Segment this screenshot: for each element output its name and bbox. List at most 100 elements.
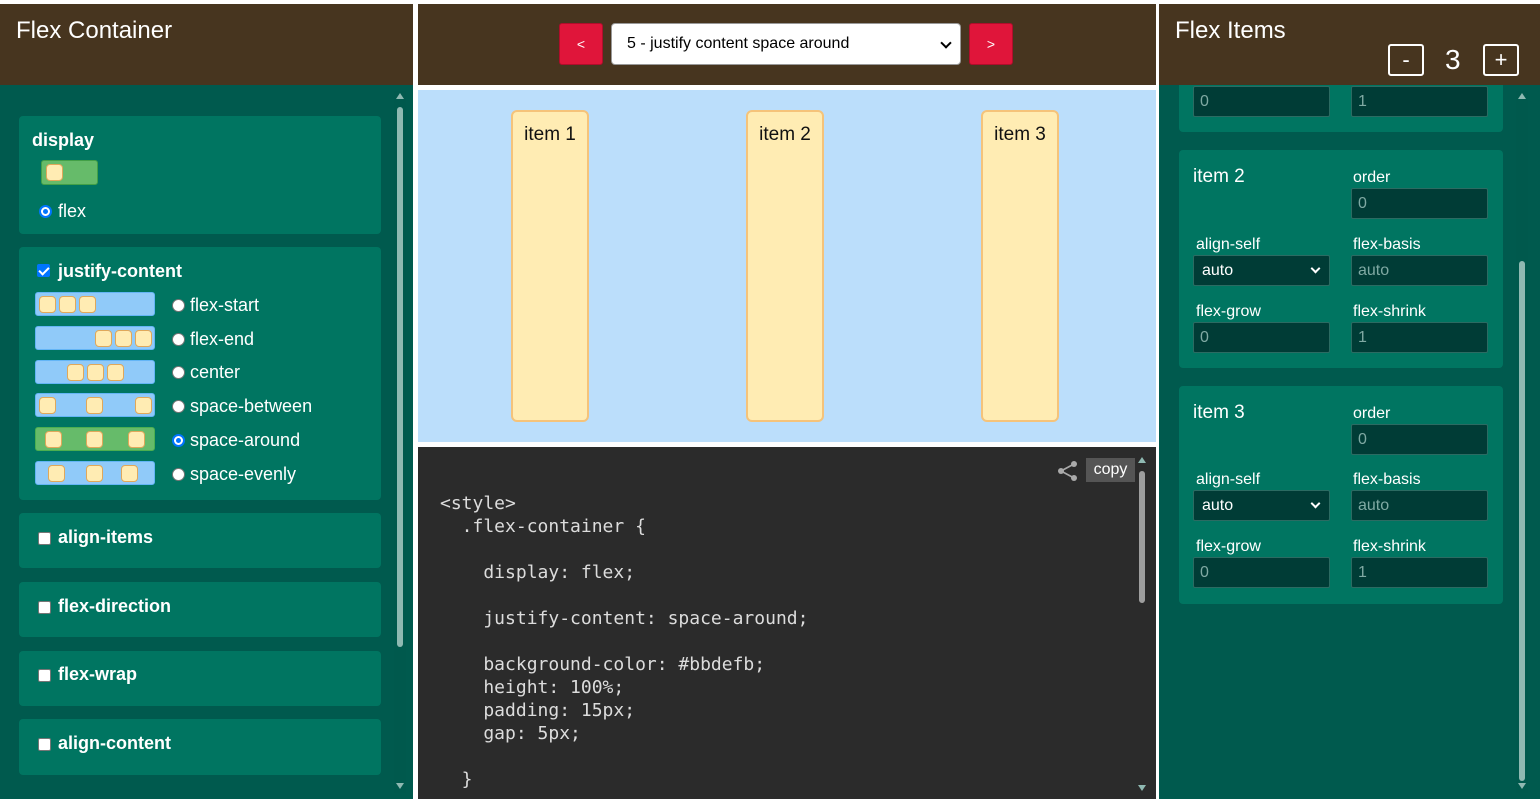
item-3-align-self-select[interactable]: auto: [1193, 490, 1330, 521]
preview-space-around[interactable]: [35, 427, 155, 451]
radio-space-around[interactable]: [172, 434, 185, 447]
item-1-flex-shrink-input[interactable]: 1: [1351, 86, 1488, 117]
justify-content-checkbox[interactable]: [37, 264, 50, 277]
code-panel: <style> .flex-container { display: flex;…: [418, 447, 1156, 799]
code-line: height: 100%;: [440, 677, 625, 698]
lesson-header: < 5 - justify content space around >: [418, 4, 1156, 85]
align-items-checkbox[interactable]: [38, 532, 51, 545]
scroll-up-arrow-icon[interactable]: [1138, 457, 1146, 463]
prev-lesson-button[interactable]: <: [559, 23, 603, 65]
align-items-label: align-items: [58, 527, 154, 547]
item-2-order-input[interactable]: 0: [1351, 188, 1488, 219]
preview-box: [79, 296, 96, 313]
code-line: justify-content: space-around;: [440, 608, 809, 629]
scroll-up-arrow-icon[interactable]: [396, 93, 404, 99]
code-line: }: [440, 769, 473, 790]
radio-flex-start[interactable]: [172, 299, 185, 312]
preview-box: [86, 465, 103, 482]
preview-box: [95, 330, 112, 347]
flex-wrap-label: flex-wrap: [58, 664, 138, 684]
preview-box: [87, 364, 104, 381]
display-preview: [41, 160, 98, 185]
preview-box: [67, 364, 84, 381]
justify-content-card: justify-content flex-start flex-end cent…: [19, 247, 381, 500]
item-2-flex-grow-input[interactable]: 0: [1193, 322, 1330, 353]
item-2-align-self-value: auto: [1202, 262, 1234, 279]
preview-space-evenly[interactable]: [35, 461, 155, 485]
radio-space-between[interactable]: [172, 400, 185, 413]
copy-button[interactable]: copy: [1086, 458, 1135, 482]
scroll-down-arrow-icon[interactable]: [1138, 785, 1146, 791]
item-1-card: 0 1: [1179, 85, 1503, 132]
label-space-evenly: space-evenly: [190, 464, 297, 484]
display-flex-radio[interactable]: [39, 205, 52, 218]
scroll-thumb[interactable]: [397, 107, 403, 647]
flex-items-title: Flex Items: [1175, 17, 1286, 44]
item-2-align-self-select[interactable]: auto: [1193, 255, 1330, 286]
radio-center[interactable]: [172, 366, 185, 379]
lesson-select[interactable]: 5 - justify content space around: [611, 23, 961, 65]
remove-item-button[interactable]: -: [1388, 44, 1424, 76]
code-line: padding: 15px;: [440, 700, 636, 721]
align-items-card: align-items: [19, 513, 381, 568]
item-2-title: item 2: [1193, 166, 1245, 187]
item-2-card: item 2 order 0 align-self auto flex-basi…: [1179, 150, 1503, 368]
preview-box: [45, 431, 62, 448]
scroll-thumb[interactable]: [1139, 471, 1145, 603]
radio-space-evenly[interactable]: [172, 468, 185, 481]
right-scrollbar[interactable]: [1516, 91, 1528, 793]
left-scrollbar[interactable]: [394, 91, 406, 793]
item-3-flex-grow-input[interactable]: 0: [1193, 557, 1330, 588]
workspace-panel: < 5 - justify content space around > ite…: [418, 4, 1156, 799]
align-content-label: align-content: [58, 733, 171, 753]
flex-direction-label: flex-direction: [58, 596, 172, 616]
scroll-down-arrow-icon[interactable]: [1518, 783, 1526, 789]
flex-item-2: item 2: [746, 110, 824, 422]
code-line: background-color: #bbdefb;: [440, 654, 766, 675]
code-line: display: flex;: [440, 562, 636, 583]
label-flex-start: flex-start: [190, 295, 260, 315]
preview-box: [128, 431, 145, 448]
flex-container-options: display flex justify-content flex-start: [0, 85, 413, 799]
preview-flex-end[interactable]: [35, 326, 155, 350]
lesson-select-value: 5 - justify content space around: [627, 35, 850, 52]
share-icon[interactable]: [1056, 460, 1080, 482]
radio-flex-end[interactable]: [172, 333, 185, 346]
display-flex-label: flex: [58, 201, 87, 221]
item-1-flex-grow-input[interactable]: 0: [1193, 86, 1330, 117]
item-3-align-self-label: align-self: [1196, 471, 1261, 488]
item-3-flex-basis-label: flex-basis: [1353, 471, 1421, 488]
flex-container-header: Flex Container: [0, 4, 413, 85]
flex-item-1: item 1: [511, 110, 589, 422]
flex-wrap-checkbox[interactable]: [38, 669, 51, 682]
item-3-flex-shrink-label: flex-shrink: [1353, 538, 1426, 555]
preview-flex-start[interactable]: [35, 292, 155, 316]
item-2-order-label: order: [1353, 169, 1391, 186]
preview-space-between[interactable]: [35, 393, 155, 417]
scroll-up-arrow-icon[interactable]: [1518, 93, 1526, 99]
flex-preview: item 1 item 2 item 3: [418, 90, 1156, 442]
item-2-align-self-label: align-self: [1196, 236, 1261, 253]
flex-items-header: Flex Items - 3 +: [1159, 4, 1540, 85]
scroll-thumb[interactable]: [1519, 261, 1525, 781]
flex-container-title: Flex Container: [16, 17, 173, 44]
item-3-flex-basis-input[interactable]: auto: [1351, 490, 1488, 521]
scroll-down-arrow-icon[interactable]: [396, 783, 404, 789]
item-2-flex-shrink-input[interactable]: 1: [1351, 322, 1488, 353]
label-center: center: [190, 362, 241, 382]
flex-direction-checkbox[interactable]: [38, 601, 51, 614]
flex-wrap-card: flex-wrap: [19, 651, 381, 706]
next-lesson-button[interactable]: >: [969, 23, 1013, 65]
flex-item-3: item 3: [981, 110, 1059, 422]
item-3-flex-shrink-input[interactable]: 1: [1351, 557, 1488, 588]
align-content-checkbox[interactable]: [38, 738, 51, 751]
preview-center[interactable]: [35, 360, 155, 384]
item-3-order-input[interactable]: 0: [1351, 424, 1488, 455]
item-2-flex-basis-input[interactable]: auto: [1351, 255, 1488, 286]
align-content-card: align-content: [19, 719, 381, 775]
add-item-button[interactable]: +: [1483, 44, 1519, 76]
preview-box: [39, 397, 56, 414]
item-2-flex-basis-label: flex-basis: [1353, 236, 1421, 253]
code-scrollbar[interactable]: [1136, 455, 1148, 793]
preview-box: [48, 465, 65, 482]
